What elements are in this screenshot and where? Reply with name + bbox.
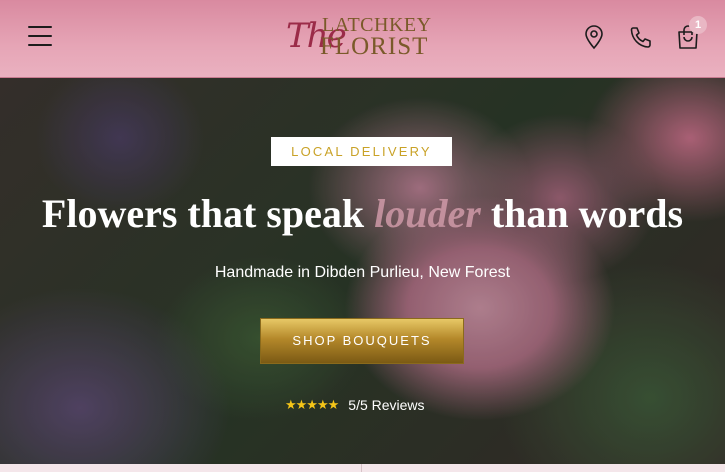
location-pin-icon[interactable] — [582, 24, 606, 50]
hero-subheading: Handmade in Dibden Purlieu, New Forest — [214, 264, 511, 281]
menu-icon[interactable] — [28, 26, 52, 50]
star-rating-icon: ★★★★★ — [285, 397, 339, 413]
site-header: The LATCHKEY FLORIST 1 — [0, 0, 725, 78]
local-delivery-badge: LOCAL DELIVERY — [271, 137, 452, 166]
headline-accent-word: louder — [374, 191, 481, 236]
phone-icon[interactable] — [628, 24, 652, 50]
rating-summary[interactable]: ★★★★★ 5/5 Reviews — [285, 395, 425, 415]
next-section-edge — [0, 464, 725, 472]
logo-florist: FLORIST — [320, 33, 429, 60]
headline-part-1: Flowers that speak — [41, 191, 365, 236]
cart-count-badge: 1 — [689, 16, 707, 34]
site-logo[interactable]: The LATCHKEY FLORIST — [286, 12, 431, 64]
headline-part-2: than words — [490, 191, 684, 236]
shop-bouquets-button[interactable]: SHOP BOUQUETS — [260, 318, 464, 364]
section-divider — [361, 464, 362, 472]
reviews-link[interactable]: 5/5 Reviews — [348, 397, 424, 413]
hero-headline: Flowers that speak louder than words — [0, 190, 725, 238]
